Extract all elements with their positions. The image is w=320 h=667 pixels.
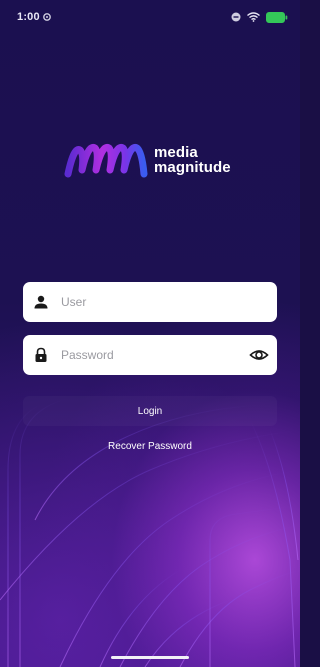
user-field[interactable]	[23, 282, 277, 322]
recover-password-link[interactable]: Recover Password	[0, 441, 300, 452]
brand-line-1: media	[154, 144, 198, 161]
password-field[interactable]	[23, 335, 277, 375]
brand-name: media magnitude	[154, 145, 231, 175]
login-screen: 1:00 media magnitude User Login Recover …	[0, 0, 300, 667]
background-decoration	[0, 397, 300, 667]
login-button[interactable]: Login	[23, 396, 277, 426]
status-bar: 1:00	[0, 0, 300, 36]
logo-mark-icon	[64, 144, 148, 178]
eye-icon[interactable]	[249, 346, 269, 364]
user-input[interactable]	[61, 282, 241, 322]
settings-icon	[43, 13, 51, 21]
brand-logo: media magnitude	[64, 140, 242, 180]
wifi-icon	[247, 12, 260, 22]
password-input[interactable]	[61, 335, 241, 375]
lock-icon	[35, 347, 47, 362]
status-icons	[231, 11, 288, 23]
battery-icon	[266, 11, 288, 23]
do-not-disturb-icon	[231, 12, 241, 22]
home-indicator[interactable]	[111, 656, 189, 659]
status-time: 1:00	[17, 11, 40, 23]
person-icon	[34, 295, 48, 309]
brand-line-2: magnitude	[154, 159, 231, 176]
